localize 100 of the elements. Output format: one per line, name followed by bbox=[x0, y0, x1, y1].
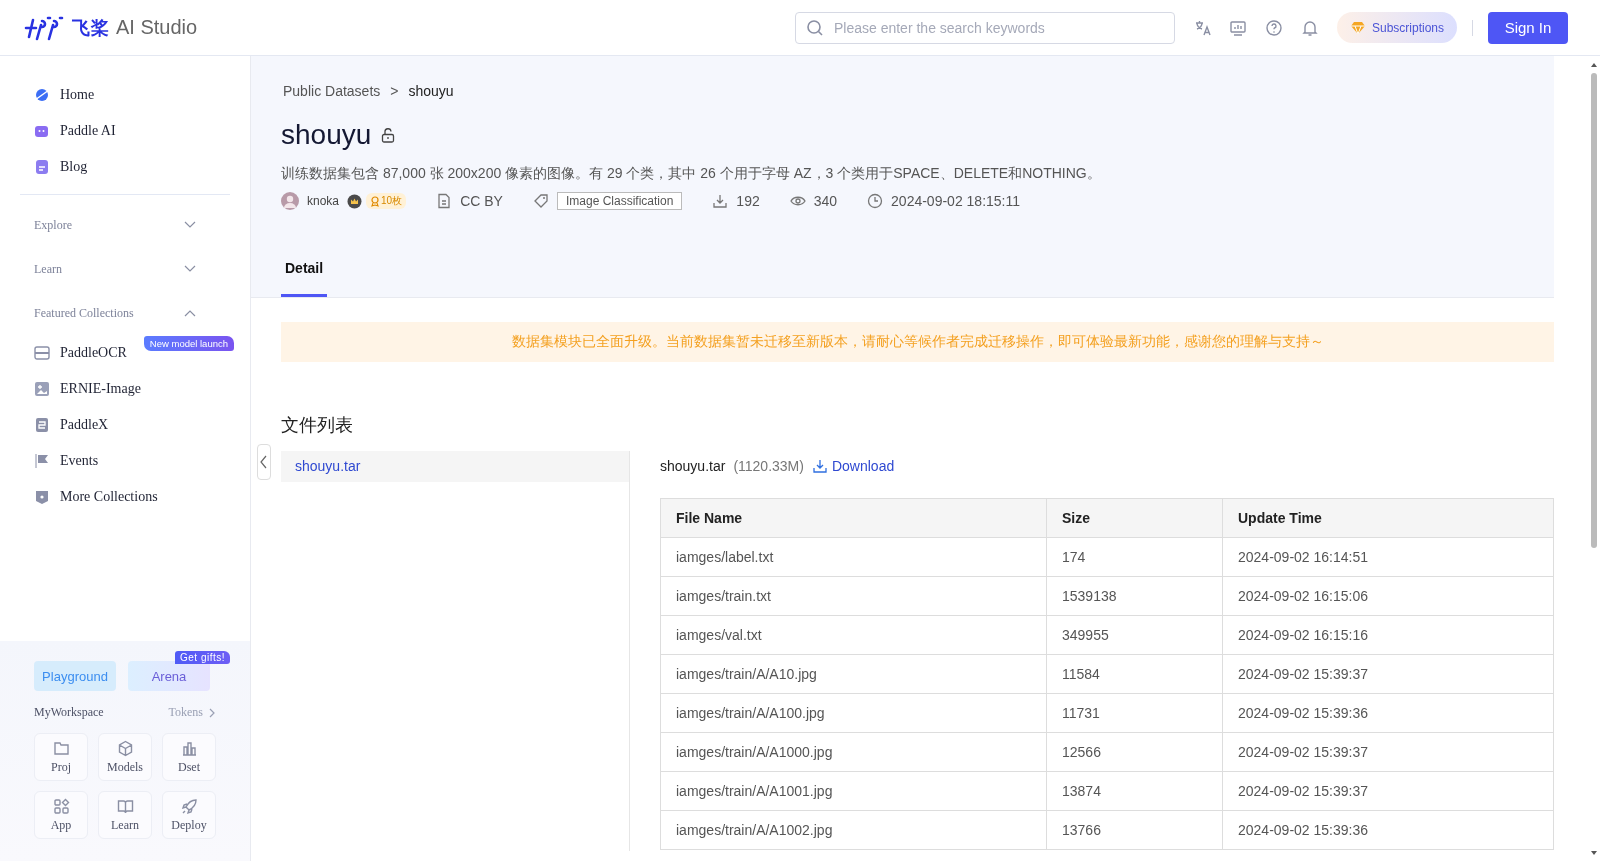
folder-icon bbox=[52, 739, 70, 757]
breadcrumb-current: shouyu bbox=[408, 83, 454, 99]
workspace-tile[interactable]: Proj bbox=[34, 733, 88, 781]
chevron-right-icon bbox=[209, 707, 216, 718]
nav-item[interactable]: ERNIE-Image bbox=[20, 371, 141, 407]
workspace-title: MyWorkspace bbox=[34, 705, 104, 720]
download-icon bbox=[712, 193, 729, 209]
workspace-tile[interactable]: Learn bbox=[98, 791, 152, 839]
sign-in-button[interactable]: Sign In bbox=[1488, 11, 1568, 44]
apps-icon bbox=[52, 797, 70, 815]
table-cell: iamges/label.txt bbox=[660, 537, 1047, 577]
dataset-title: shouyu bbox=[281, 119, 372, 151]
scan-icon bbox=[34, 345, 50, 361]
table-cell: 2024-09-02 16:15:06 bbox=[1222, 576, 1554, 616]
unlock-icon bbox=[381, 127, 396, 143]
table-cell: 2024-09-02 15:39:37 bbox=[1222, 654, 1554, 694]
flag-icon bbox=[34, 453, 50, 469]
workspace-tile[interactable]: Models bbox=[98, 733, 152, 781]
tag-icon bbox=[532, 193, 549, 209]
nav-item[interactable]: Paddle AI bbox=[20, 113, 230, 149]
dataset-description: 训练数据集包含 87,000 张 200x200 像素的图像。有 29 个类，其中 26 个用于字母 AZ，3 个类用于SPACE、DELETE和NOTHING。 bbox=[281, 165, 1102, 183]
table-cell: iamges/train/A/A1002.jpg bbox=[660, 810, 1047, 850]
avatar bbox=[281, 192, 299, 210]
book-icon bbox=[116, 797, 134, 815]
column-header: Size bbox=[1046, 498, 1223, 538]
table-cell: iamges/train.txt bbox=[660, 576, 1047, 616]
table-cell: iamges/train/A/A1001.jpg bbox=[660, 771, 1047, 811]
nav-item[interactable]: PaddleX bbox=[20, 407, 109, 443]
section-heading: 文件列表 bbox=[281, 414, 354, 437]
author-name[interactable]: knoka bbox=[307, 194, 340, 208]
table-cell: 174 bbox=[1046, 537, 1223, 577]
nav-item[interactable]: PaddleOCR bbox=[20, 335, 127, 371]
search-input[interactable]: Please enter the search keywords bbox=[831, 18, 1164, 37]
nav-item[interactable]: Blog bbox=[20, 149, 230, 185]
license-label: CC BY bbox=[460, 193, 503, 209]
crown-badge-icon bbox=[347, 193, 363, 209]
planet-icon bbox=[34, 87, 50, 103]
workflow-icon bbox=[34, 417, 50, 433]
nav-item[interactable]: Events bbox=[20, 443, 99, 479]
workspace-tile[interactable]: Deploy bbox=[162, 791, 216, 839]
document-icon bbox=[436, 193, 453, 209]
table-cell: 2024-09-02 15:39:37 bbox=[1222, 771, 1554, 811]
gem-icon bbox=[1349, 20, 1366, 35]
table-cell: iamges/train/A/A1000.jpg bbox=[660, 732, 1047, 772]
breadcrumb-link[interactable]: Public Datasets bbox=[283, 83, 381, 99]
logo-brand: 飞桨 bbox=[72, 16, 110, 40]
table-cell: 2024-09-02 16:14:51 bbox=[1222, 537, 1554, 577]
detail-tab[interactable]: Detail bbox=[281, 260, 328, 297]
collapse-handle[interactable] bbox=[257, 444, 271, 480]
chat-bot-icon bbox=[34, 123, 50, 139]
view-count: 340 bbox=[813, 193, 838, 209]
file-name: shouyu.tar bbox=[660, 458, 726, 474]
note-icon bbox=[34, 159, 50, 175]
notice-banner: 数据集模块已全面升级。当前数据集暂未迁移至新版本，请耐心等候作者完成迁移操作，即可体验最新功能，感谢您的理解与支持～ bbox=[281, 322, 1554, 362]
table-cell: 2024-09-02 15:39:37 bbox=[1222, 732, 1554, 772]
download-icon bbox=[811, 458, 828, 474]
workspace-tile[interactable]: Dset bbox=[162, 733, 216, 781]
subscriptions-button[interactable]: Subscriptions bbox=[1336, 12, 1457, 43]
table-cell: iamges/val.txt bbox=[660, 615, 1047, 655]
workspace-tile[interactable]: App bbox=[34, 791, 88, 839]
category-tag: Image Classification bbox=[556, 192, 683, 210]
table-cell: 2024-09-02 16:15:16 bbox=[1222, 615, 1554, 655]
help-icon[interactable] bbox=[1264, 18, 1283, 37]
download-link[interactable]: Download bbox=[811, 458, 895, 474]
table-cell: 2024-09-02 15:39:36 bbox=[1222, 693, 1554, 733]
image-icon bbox=[34, 381, 50, 397]
table-cell: 11584 bbox=[1046, 654, 1223, 694]
search-icon bbox=[805, 18, 824, 37]
search-field[interactable]: Please enter the search keywords bbox=[794, 11, 1175, 44]
table-cell: 11731 bbox=[1046, 693, 1223, 733]
update-time: 2024-09-02 18:15:11 bbox=[891, 193, 1021, 209]
shield-icon bbox=[34, 489, 50, 505]
table-cell: 349955 bbox=[1046, 615, 1223, 655]
table-cell: 12566 bbox=[1046, 732, 1223, 772]
new-badge: New model launch bbox=[143, 336, 234, 351]
download-count: 192 bbox=[736, 193, 760, 209]
medal-icon bbox=[370, 195, 381, 207]
table-cell: 2024-09-02 15:39:36 bbox=[1222, 810, 1554, 850]
bell-icon[interactable] bbox=[1300, 18, 1319, 37]
monitor-chart-icon[interactable] bbox=[1228, 18, 1247, 37]
section-label: Featured Collections bbox=[34, 305, 134, 321]
table-cell: iamges/train/A/A10.jpg bbox=[660, 654, 1047, 694]
column-header: File Name bbox=[660, 498, 1047, 538]
badge-count: 10枚 bbox=[381, 194, 403, 208]
table-cell: iamges/train/A/A100.jpg bbox=[660, 693, 1047, 733]
nav-item[interactable]: Home bbox=[20, 77, 230, 113]
file-size: (1120.33M) bbox=[733, 458, 804, 474]
section-label: Learn bbox=[34, 261, 62, 277]
table-cell: 1539138 bbox=[1046, 576, 1223, 616]
table-cell: 13766 bbox=[1046, 810, 1223, 850]
nav-item[interactable]: More Collections bbox=[20, 479, 158, 515]
file-list-item[interactable]: shouyu.tar bbox=[281, 451, 629, 482]
clock-icon bbox=[867, 193, 884, 209]
breadcrumb-separator: > bbox=[390, 83, 399, 99]
column-header: Update Time bbox=[1222, 498, 1554, 538]
bar-chart-icon bbox=[180, 739, 198, 757]
cube-icon bbox=[116, 739, 134, 757]
gift-badge: Get gifts! bbox=[175, 651, 230, 664]
logo-product: AI Studio bbox=[116, 16, 198, 39]
rocket-icon bbox=[180, 797, 198, 815]
